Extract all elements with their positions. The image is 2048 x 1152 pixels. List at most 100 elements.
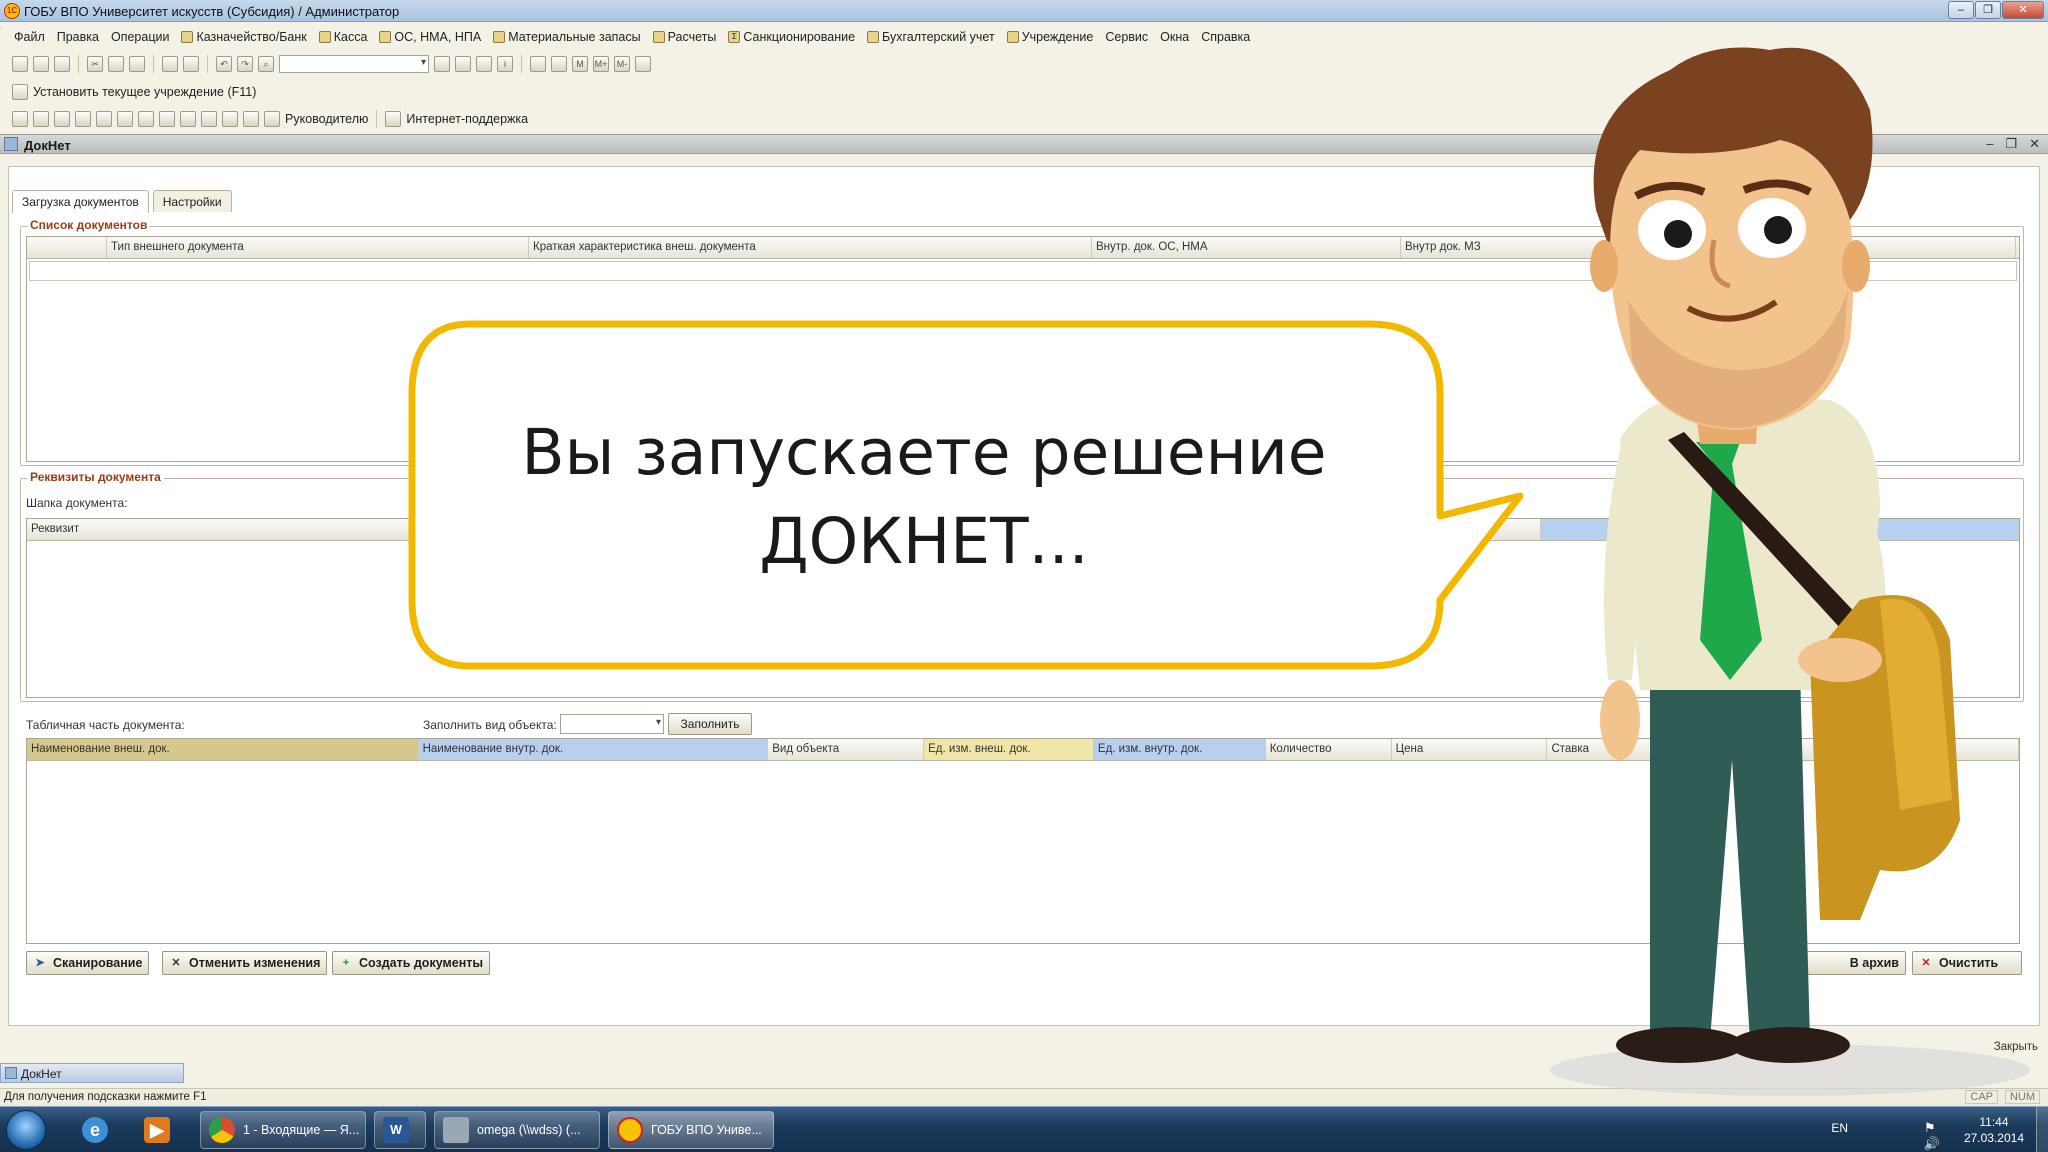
menu-accounting[interactable]: Бухгалтерский учет xyxy=(867,30,995,44)
close-button[interactable]: ✕ xyxy=(2002,1,2044,19)
menu-fixed-assets[interactable]: ОС, НМА, НПА xyxy=(379,30,481,44)
doc-icon[interactable] xyxy=(201,111,217,127)
taskbar-window[interactable]: 1 - Входящие — Я... xyxy=(200,1111,366,1149)
scan-button[interactable]: ➤ Сканирование xyxy=(26,951,150,975)
preview-icon[interactable] xyxy=(183,56,199,72)
doc-icon[interactable] xyxy=(33,111,49,127)
left-ear xyxy=(1590,240,1618,292)
column-header[interactable]: Количество xyxy=(1266,739,1392,760)
find-prev-icon[interactable] xyxy=(455,56,471,72)
create-icon: + xyxy=(342,957,350,969)
start-button[interactable] xyxy=(6,1110,46,1150)
object-type-select[interactable] xyxy=(560,714,664,734)
left-hand xyxy=(1600,680,1640,760)
save-icon[interactable] xyxy=(54,56,70,72)
doc-icon[interactable] xyxy=(96,111,112,127)
search-icon[interactable]: ⌕ xyxy=(258,56,274,72)
language-indicator[interactable]: EN xyxy=(1831,1121,1848,1135)
clock[interactable]: 11:44 27.03.2014 xyxy=(1964,1114,2024,1146)
box-icon xyxy=(493,31,506,43)
cut-icon[interactable]: ✂ xyxy=(87,56,103,72)
cancel-changes-button[interactable]: ✕ Отменить изменения xyxy=(162,951,328,975)
bubble-text: Вы запускаете решение ДОКНЕТ... xyxy=(420,408,1428,586)
memory-minus-icon[interactable]: M- xyxy=(614,56,630,72)
menu-materials[interactable]: Материальные запасы xyxy=(493,30,641,44)
separator xyxy=(521,55,522,73)
doc-icon[interactable] xyxy=(222,111,238,127)
tab-load-documents[interactable]: Загрузка документов xyxy=(12,190,149,213)
volume-icon[interactable]: 🔊 xyxy=(1924,1136,1948,1151)
taskbar-window[interactable]: W xyxy=(374,1111,426,1149)
redo-icon[interactable]: ↷ xyxy=(237,56,253,72)
menu-settlements[interactable]: Расчеты xyxy=(652,30,716,44)
media-player-icon: ▶ xyxy=(144,1117,170,1143)
doc-icon[interactable] xyxy=(243,111,259,127)
minimize-button[interactable]: – xyxy=(1948,1,1974,19)
fill-button[interactable]: Заполнить xyxy=(668,713,752,735)
menu-service[interactable]: Сервис xyxy=(1105,30,1148,44)
print-icon[interactable] xyxy=(162,56,178,72)
create-documents-button[interactable]: + Создать документы xyxy=(332,951,491,975)
taskbar: e ▶ 1 - Входящие — Я... W omega (\\wdss)… xyxy=(0,1106,2048,1152)
undo-icon[interactable]: ↶ xyxy=(216,56,232,72)
menu-treasury[interactable]: Казначейство/Банк xyxy=(181,30,307,44)
doc-icon[interactable] xyxy=(180,111,196,127)
doc-icon[interactable] xyxy=(12,111,28,127)
column-header[interactable]: Ед. изм. внутр. док. xyxy=(1093,739,1266,760)
column-header[interactable]: Ед. изм. внеш. док. xyxy=(924,739,1094,760)
info-icon[interactable]: i xyxy=(497,56,513,72)
manager-button[interactable]: Руководителю xyxy=(285,112,368,126)
menu-cash[interactable]: Касса xyxy=(318,30,367,44)
column-header[interactable]: Наименование внеш. док. xyxy=(27,739,419,760)
memory-plus-icon[interactable]: M+ xyxy=(593,56,609,72)
menu-sanction[interactable]: Σ Санкционирование xyxy=(728,30,855,44)
scan-icon: ➤ xyxy=(35,957,45,969)
bulb-icon[interactable] xyxy=(635,56,651,72)
open-icon[interactable] xyxy=(33,56,49,72)
building-icon xyxy=(1006,31,1019,43)
calendar-icon[interactable] xyxy=(551,56,567,72)
set-org-button[interactable]: Установить текущее учреждение (F11) xyxy=(33,85,256,99)
column-header[interactable]: Наименование внутр. док. xyxy=(418,739,769,760)
new-icon[interactable] xyxy=(12,56,28,72)
show-desktop-button[interactable] xyxy=(2036,1107,2048,1152)
column-header[interactable]: Внутр. док. ОС, НМА xyxy=(1092,237,1401,258)
column-header[interactable]: Вид объекта xyxy=(768,739,925,760)
doc-icon[interactable] xyxy=(117,111,133,127)
manager-icon xyxy=(264,111,280,127)
clock-time: 11:44 xyxy=(1979,1115,2009,1129)
window-tab-docnet[interactable]: ДокНет xyxy=(0,1063,184,1083)
menu-operations[interactable]: Операции xyxy=(111,30,169,44)
paste-icon[interactable] xyxy=(129,56,145,72)
doc-icon[interactable] xyxy=(54,111,70,127)
menu-organization[interactable]: Учреждение xyxy=(1006,30,1093,44)
copy-icon[interactable] xyxy=(108,56,124,72)
cancel-icon: ✕ xyxy=(171,957,181,969)
table-part-label: Табличная часть документа: xyxy=(26,718,185,732)
column-header[interactable]: Краткая характеристика внеш. документа xyxy=(529,237,1092,258)
restore-button[interactable]: ❐ xyxy=(1975,1,2001,19)
windows-icon[interactable] xyxy=(476,56,492,72)
doc-icon[interactable] xyxy=(159,111,175,127)
find-next-icon[interactable] xyxy=(434,56,450,72)
calculator-icon[interactable] xyxy=(530,56,546,72)
memory-icon[interactable]: M xyxy=(572,56,588,72)
menu-help[interactable]: Справка xyxy=(1201,30,1250,44)
flag-icon[interactable]: ⚑ xyxy=(1924,1120,1944,1135)
search-combo[interactable] xyxy=(279,55,429,73)
support-button[interactable]: Интернет-поддержка xyxy=(406,112,528,126)
truck-icon xyxy=(379,31,392,43)
ie-pin[interactable]: e xyxy=(68,1111,122,1149)
column-header[interactable]: Тип внешнего документа xyxy=(107,237,529,258)
menu-file[interactable]: Файл xyxy=(14,30,45,44)
doc-icon[interactable] xyxy=(138,111,154,127)
column-header[interactable] xyxy=(27,237,107,258)
media-pin[interactable]: ▶ xyxy=(130,1111,184,1149)
menu-windows[interactable]: Окна xyxy=(1160,30,1189,44)
taskbar-window[interactable]: omega (\\wdss) (... xyxy=(434,1111,600,1149)
doc-icon[interactable] xyxy=(75,111,91,127)
menu-edit[interactable]: Правка xyxy=(57,30,99,44)
taskbar-window[interactable]: ГОБУ ВПО Униве... xyxy=(608,1111,774,1149)
word-icon: W xyxy=(383,1117,409,1143)
tab-settings[interactable]: Настройки xyxy=(152,190,232,212)
